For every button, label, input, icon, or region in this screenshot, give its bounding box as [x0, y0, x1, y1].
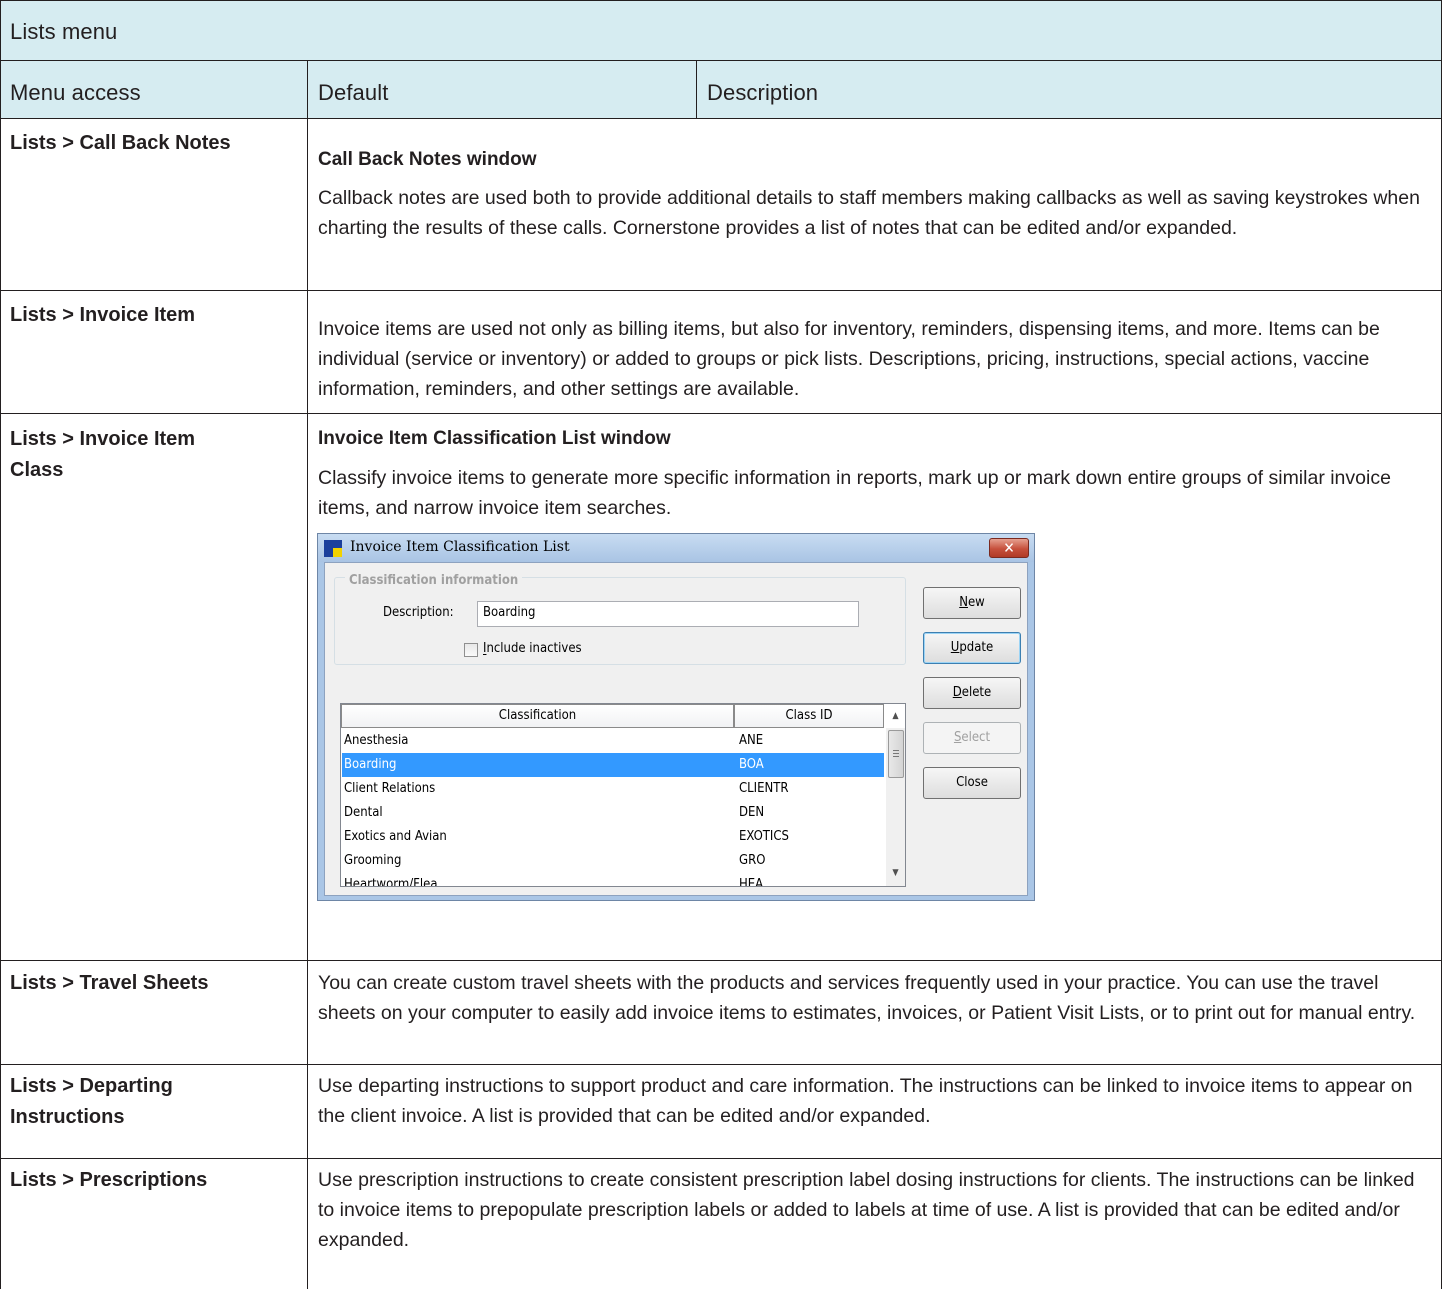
travel-sheets-description: You can create custom travel sheets with… [318, 972, 1416, 1024]
dialog-body: Classification information Description: … [324, 562, 1028, 896]
classification-cell: Anesthesia [344, 733, 409, 748]
list-item[interactable]: Anesthesia ANE [342, 729, 884, 753]
rule [0, 60, 1442, 61]
invoice-item-description: Invoice items are used not only as billi… [318, 318, 1380, 400]
invoice-item-classification-dialog: Invoice Item Classification List ✕ Class… [317, 533, 1035, 901]
group-label: Classification information [345, 573, 523, 588]
table-title: Lists menu [10, 19, 118, 44]
new-button[interactable]: New [923, 587, 1021, 619]
select-button[interactable]: Select [923, 722, 1021, 754]
description-label: Description: [383, 605, 454, 620]
list-item[interactable]: Dental DEN [342, 801, 884, 825]
menu-access-invoice-item-class-line2: Class [10, 459, 64, 481]
table-title-bar [0, 0, 1442, 60]
rule [0, 118, 1442, 119]
include-inactives-checkbox[interactable] [464, 643, 478, 657]
classification-cell: Exotics and Avian [344, 829, 447, 844]
list-item[interactable]: Heartworm/Flea HEA [342, 873, 884, 887]
list-item[interactable]: Boarding BOA [342, 753, 884, 777]
call-back-notes-heading: Call Back Notes window [318, 149, 537, 170]
classification-list[interactable]: Classification Class ID Anesthesia ANE Boa… [340, 703, 906, 887]
rule [0, 413, 1442, 414]
menu-access-call-back-notes: Lists > Call Back Notes [10, 132, 231, 154]
update-button[interactable]: Update [923, 632, 1021, 664]
rule [307, 60, 308, 1289]
scroll-up-icon[interactable]: ▲ [886, 707, 905, 725]
departing-instructions-description: Use departing instructions to support pr… [318, 1075, 1413, 1127]
description-input[interactable]: Boarding [477, 601, 859, 627]
scrollbar-thumb[interactable] [888, 730, 904, 778]
list-header: Classification Class ID [341, 704, 905, 728]
dialog-title: Invoice Item Classification List [350, 539, 570, 555]
class-id-cell: CLIENTR [739, 781, 789, 796]
menu-access-travel-sheets: Lists > Travel Sheets [10, 972, 209, 994]
include-inactives-label: Include inactives [483, 641, 582, 656]
rule [0, 0, 1, 1289]
scroll-down-icon[interactable]: ▼ [886, 864, 905, 882]
prescriptions-description: Use prescription instructions to create … [318, 1169, 1415, 1251]
column-header-description: Description [707, 80, 819, 105]
dialog-titlebar: Invoice Item Classification List ✕ [318, 534, 1034, 562]
menu-access-prescriptions: Lists > Prescriptions [10, 1169, 208, 1191]
column-header-default: Default [318, 80, 389, 105]
close-button[interactable]: Close [923, 767, 1021, 799]
menu-access-departing-instructions-line2: Instructions [10, 1106, 125, 1128]
call-back-notes-description: Callback notes are used both to provide … [318, 187, 1420, 239]
classification-cell: Heartworm/Flea [344, 877, 438, 887]
invoice-item-class-description: Classify invoice items to generate more … [318, 467, 1391, 519]
rule [0, 960, 1442, 961]
column-header-classification[interactable]: Classification [341, 704, 734, 728]
column-header-class-id[interactable]: Class ID [734, 704, 884, 728]
class-id-cell: GRO [739, 853, 766, 868]
list-item[interactable]: Grooming GRO [342, 849, 884, 873]
classification-cell: Client Relations [344, 781, 436, 796]
classification-cell: Boarding [344, 757, 397, 772]
rule [0, 1158, 1442, 1159]
rule [0, 290, 1442, 291]
menu-access-departing-instructions-line1: Lists > Departing [10, 1075, 173, 1097]
list-item[interactable]: Exotics and Avian EXOTICS [342, 825, 884, 849]
rule [0, 0, 1442, 1]
class-id-cell: DEN [739, 805, 765, 820]
list-item[interactable]: Client Relations CLIENTR [342, 777, 884, 801]
delete-button[interactable]: Delete [923, 677, 1021, 709]
app-icon [324, 540, 342, 557]
close-icon[interactable]: ✕ [989, 538, 1029, 558]
invoice-item-class-heading: Invoice Item Classification List window [318, 428, 671, 449]
menu-access-invoice-item-class-line1: Lists > Invoice Item [10, 428, 196, 450]
classification-cell: Grooming [344, 853, 402, 868]
rule [0, 1064, 1442, 1065]
menu-access-invoice-item: Lists > Invoice Item [10, 304, 196, 326]
class-id-cell: EXOTICS [739, 829, 789, 844]
class-id-cell: BOA [739, 757, 764, 772]
class-id-cell: ANE [739, 733, 764, 748]
class-id-cell: HEA [739, 877, 764, 887]
column-header-menu-access: Menu access [10, 80, 141, 105]
rule [696, 60, 697, 118]
classification-cell: Dental [344, 805, 383, 820]
